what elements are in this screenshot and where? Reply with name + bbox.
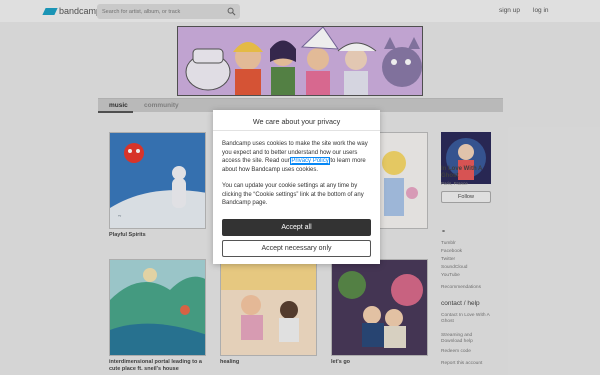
cookie-consent-dialog: We care about your privacy Bandcamp uses… [213, 110, 380, 264]
cookie-settings-text: You can update your cookie settings at a… [222, 183, 364, 207]
privacy-policy-link[interactable]: Privacy Policy [290, 157, 330, 166]
dialog-title: We care about your privacy [252, 117, 341, 126]
accept-necessary-button[interactable]: Accept necessary only [222, 240, 371, 257]
cookie-info-text: Bandcamp uses cookies to make the site w… [222, 140, 374, 174]
accept-all-button[interactable]: Accept all [222, 219, 371, 236]
dialog-divider [213, 130, 380, 131]
